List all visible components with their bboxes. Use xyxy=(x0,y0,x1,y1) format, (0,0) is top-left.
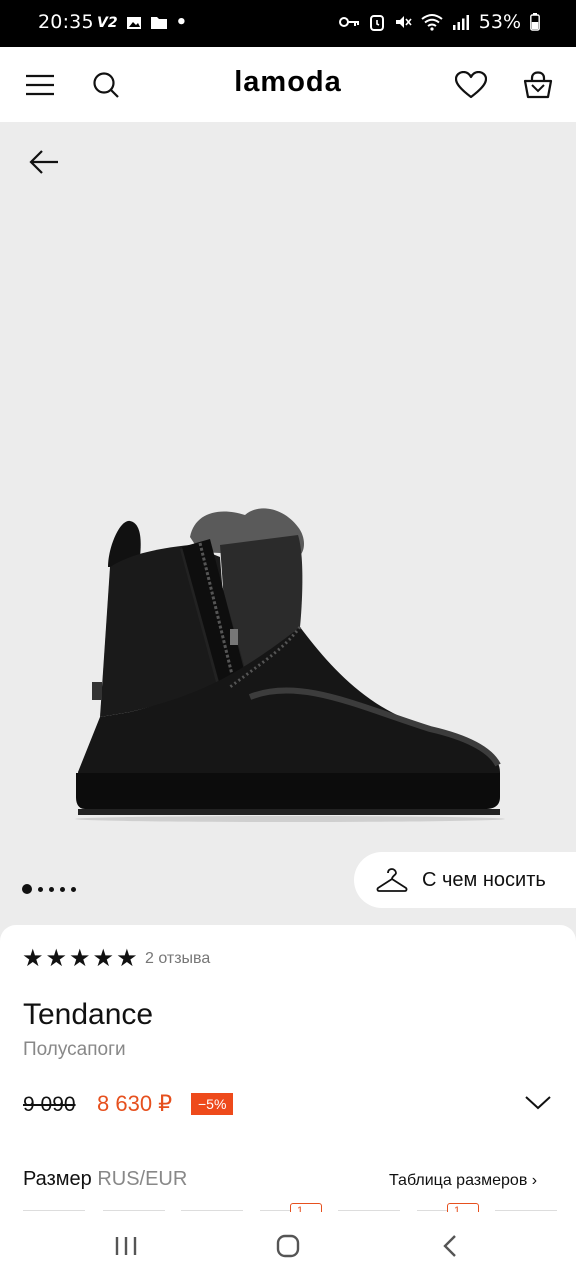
status-bar: 20:35 V2 • 53% xyxy=(0,0,576,47)
dot-icon: • xyxy=(175,12,188,33)
key-icon xyxy=(338,17,359,27)
system-nav-bar xyxy=(0,1212,576,1280)
favorites-button[interactable] xyxy=(453,47,489,122)
folder-icon xyxy=(150,17,167,29)
star-icon: ★ xyxy=(92,945,115,972)
gallery-icon xyxy=(126,16,141,29)
slide-dot[interactable] xyxy=(60,886,65,892)
hanger-icon xyxy=(376,868,408,892)
signal-icon xyxy=(452,15,469,30)
product-info-card: ★ ★ ★ ★ ★ 2 отзыва Tendance Полусапоги 9 090… xyxy=(0,925,576,1231)
arrow-left-icon xyxy=(29,150,58,174)
chevron-down-icon xyxy=(525,1096,551,1110)
status-time: 20:35 xyxy=(38,11,94,33)
size-label: Размер xyxy=(23,1168,92,1190)
back-button[interactable] xyxy=(28,146,62,180)
outfit-button[interactable]: С чем носить xyxy=(354,852,576,908)
star-icon: ★ xyxy=(45,945,68,972)
lamoda-logo[interactable]: lamoda xyxy=(0,66,576,99)
back-chevron-icon xyxy=(443,1235,456,1257)
slide-dot[interactable] xyxy=(49,886,54,892)
price-details-toggle[interactable] xyxy=(524,1095,552,1116)
home-button[interactable] xyxy=(268,1232,308,1260)
slide-dot[interactable] xyxy=(38,886,43,892)
battery-percent: 53% xyxy=(478,11,521,33)
shopping-bag-icon xyxy=(523,70,553,98)
rating-stars[interactable]: ★ ★ ★ ★ ★ xyxy=(22,945,138,972)
slide-dot[interactable] xyxy=(22,884,32,894)
slide-dot[interactable] xyxy=(71,886,76,892)
size-table-link[interactable]: Таблица размеров › xyxy=(389,1172,537,1190)
app-header: lamoda xyxy=(0,47,576,122)
slide-indicator xyxy=(22,884,76,894)
home-icon xyxy=(276,1234,300,1258)
wifi-icon xyxy=(421,14,443,31)
product-image[interactable] xyxy=(70,497,510,822)
outfit-label: С чем носить xyxy=(422,868,546,891)
alarm-icon xyxy=(369,15,384,31)
recent-apps-button[interactable] xyxy=(106,1232,146,1260)
volte-icon: V2 xyxy=(97,14,118,31)
star-icon: ★ xyxy=(22,945,44,972)
star-icon: ★ xyxy=(116,945,138,972)
product-category: Полусапоги xyxy=(23,1039,126,1060)
size-heading: Размер RUS/EUR xyxy=(23,1168,187,1191)
star-icon: ★ xyxy=(69,945,91,972)
mute-icon xyxy=(395,16,412,28)
discount-badge: −5% xyxy=(191,1093,234,1115)
product-brand[interactable]: Tendance xyxy=(23,998,153,1032)
reviews-link[interactable]: 2 отзыва xyxy=(145,950,210,968)
product-gallery[interactable]: С чем носить xyxy=(0,122,576,937)
size-system[interactable]: RUS/EUR xyxy=(97,1168,187,1190)
battery-icon xyxy=(530,13,540,31)
heart-icon xyxy=(455,70,487,98)
recents-icon xyxy=(115,1237,137,1255)
back-nav-button[interactable] xyxy=(430,1232,470,1260)
old-price: 9 090 xyxy=(23,1093,76,1116)
cart-button[interactable] xyxy=(520,47,556,122)
current-price: 8 630 ₽ xyxy=(97,1091,173,1116)
